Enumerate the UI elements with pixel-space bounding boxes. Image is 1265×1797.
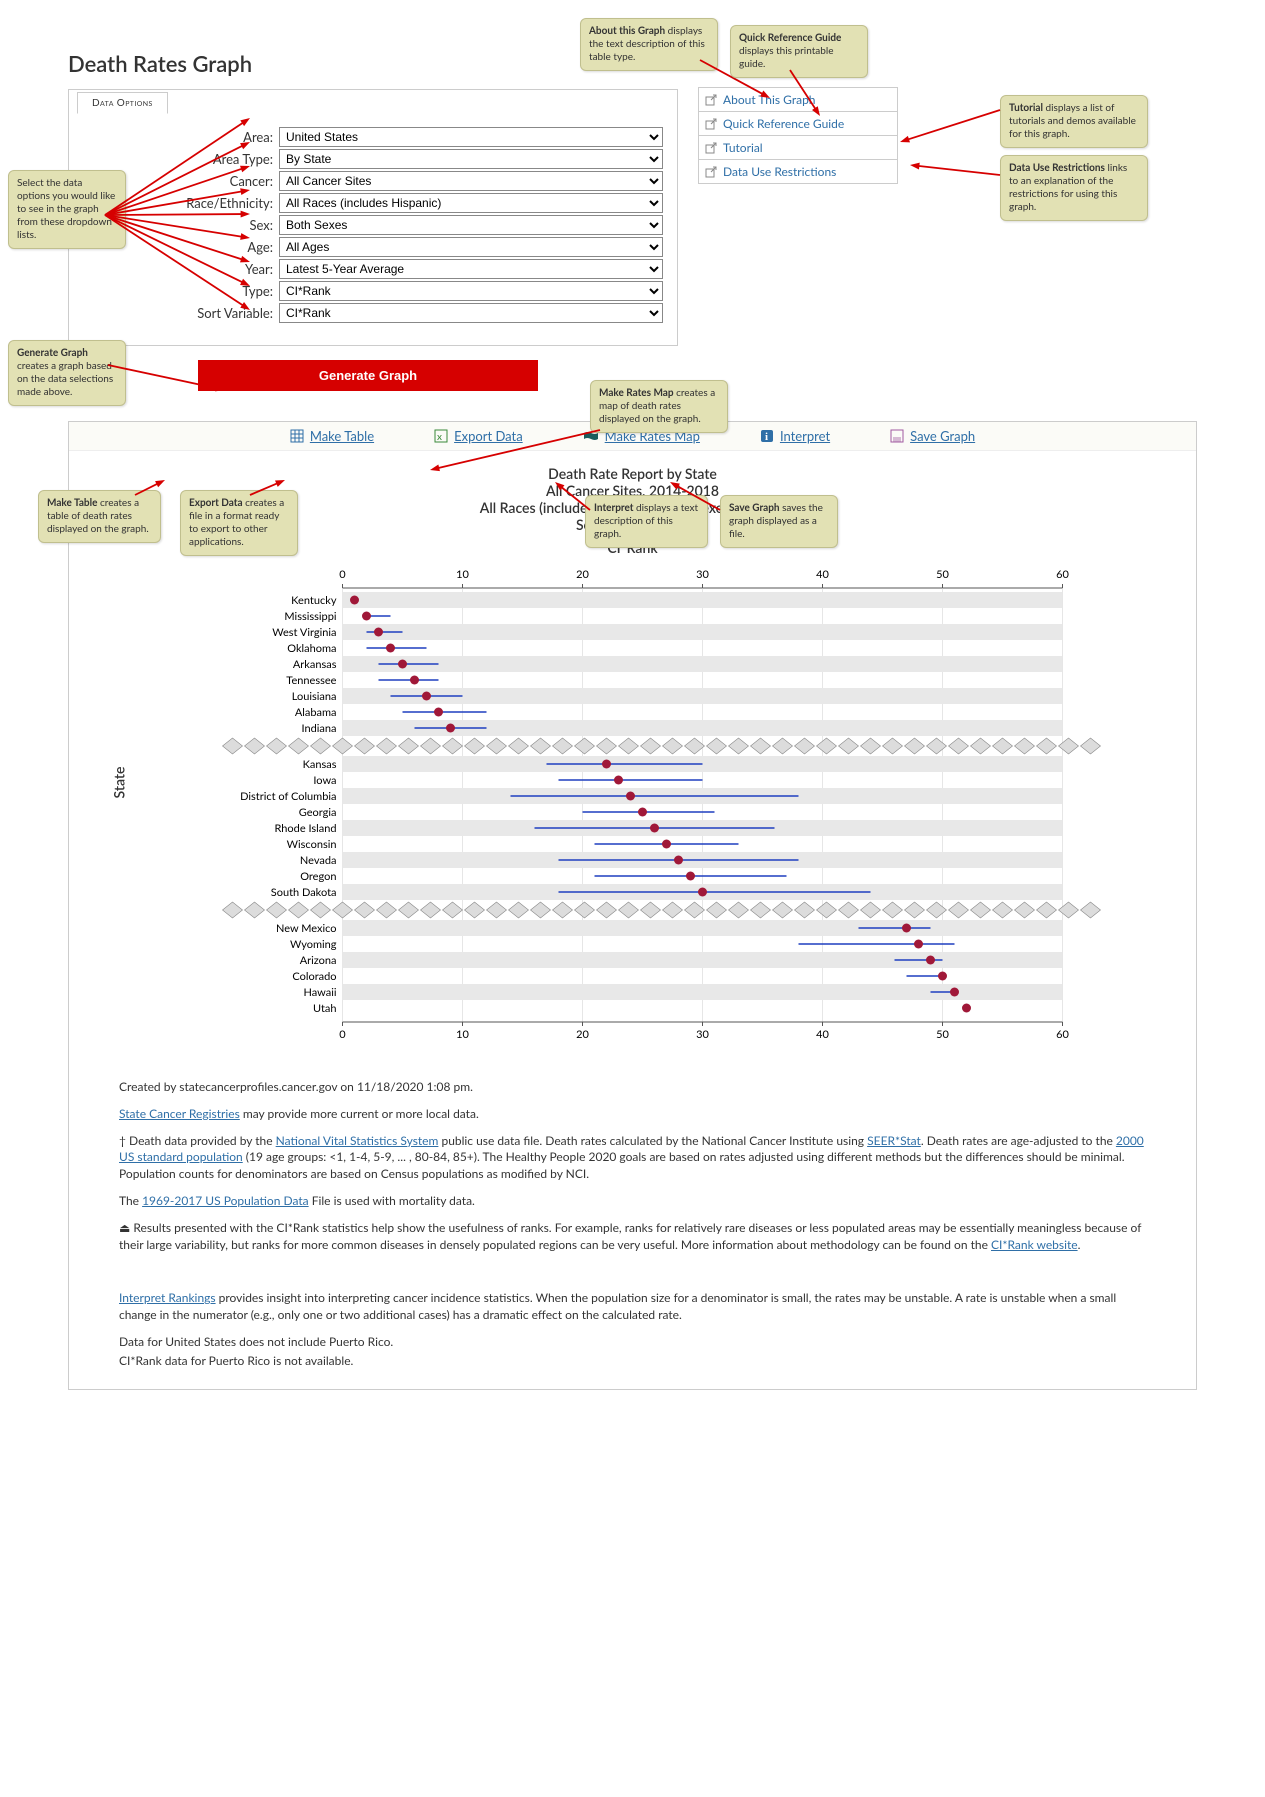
chart-area: CI*Rank State 0 10 20 30 40 50 60 Kentucky Missi… bbox=[69, 539, 1196, 1069]
svg-text:District of Columbia: District of Columbia bbox=[240, 790, 336, 803]
svg-text:Colorado: Colorado bbox=[292, 970, 336, 983]
svg-text:Nevada: Nevada bbox=[300, 854, 337, 867]
action-bar: Make Table x Export Data Make Rates Map … bbox=[69, 422, 1196, 451]
footer-notes: Created by statecancerprofiles.cancer.go… bbox=[119, 1079, 1146, 1369]
side-link-0[interactable]: About This Graph bbox=[698, 87, 898, 111]
label-areatype: Area Type: bbox=[73, 151, 279, 167]
svg-text:x: x bbox=[437, 431, 442, 443]
svg-text:10: 10 bbox=[456, 568, 469, 581]
external-icon bbox=[705, 118, 717, 130]
svg-text:60: 60 bbox=[1056, 1028, 1069, 1041]
select-race[interactable]: All Races (includes Hispanic) bbox=[279, 193, 663, 213]
svg-text:i: i bbox=[765, 431, 768, 443]
svg-text:New Mexico: New Mexico bbox=[276, 922, 337, 935]
svg-text:West Virginia: West Virginia bbox=[272, 626, 336, 639]
label-cancer: Cancer: bbox=[73, 173, 279, 189]
external-icon bbox=[705, 142, 717, 154]
svg-text:Arizona: Arizona bbox=[300, 954, 337, 967]
select-year[interactable]: Latest 5-Year Average bbox=[279, 259, 663, 279]
svg-text:Iowa: Iowa bbox=[313, 774, 336, 787]
info-icon: i bbox=[760, 429, 774, 443]
state-registries-link[interactable]: State Cancer Registries bbox=[119, 1106, 240, 1121]
svg-text:Wisconsin: Wisconsin bbox=[287, 838, 337, 851]
svg-text:Louisiana: Louisiana bbox=[292, 690, 337, 703]
side-link-1[interactable]: Quick Reference Guide bbox=[698, 111, 898, 135]
label-type: Type: bbox=[73, 283, 279, 299]
svg-text:Rhode Island: Rhode Island bbox=[274, 822, 336, 835]
svg-text:Indiana: Indiana bbox=[301, 722, 336, 735]
select-sort[interactable]: CI*Rank bbox=[279, 303, 663, 323]
label-sex: Sex: bbox=[73, 217, 279, 233]
label-race: Race/Ethnicity: bbox=[73, 195, 279, 211]
map-icon bbox=[583, 430, 599, 442]
graph-panel: Make Table x Export Data Make Rates Map … bbox=[68, 421, 1197, 1390]
svg-text:0: 0 bbox=[339, 1028, 346, 1041]
report-title: Death Rate Report by State All Cancer Si… bbox=[69, 465, 1196, 533]
generate-graph-button[interactable]: Generate Graph bbox=[198, 360, 538, 391]
svg-text:50: 50 bbox=[936, 568, 949, 581]
svg-text:Arkansas: Arkansas bbox=[293, 658, 337, 671]
svg-text:Alabama: Alabama bbox=[295, 706, 337, 719]
side-links-panel: About This GraphQuick Reference GuideTut… bbox=[698, 87, 898, 346]
svg-text:60: 60 bbox=[1056, 568, 1069, 581]
select-sex[interactable]: Both Sexes bbox=[279, 215, 663, 235]
page-title: Death Rates Graph bbox=[68, 50, 1245, 77]
svg-text:Oregon: Oregon bbox=[300, 870, 336, 883]
svg-text:10: 10 bbox=[456, 1028, 469, 1041]
make-table-link[interactable]: Make Table bbox=[290, 428, 374, 444]
export-data-link[interactable]: x Export Data bbox=[434, 428, 523, 444]
label-sort: Sort Variable: bbox=[73, 305, 279, 321]
svg-text:Kansas: Kansas bbox=[303, 758, 337, 771]
svg-text:30: 30 bbox=[696, 1028, 709, 1041]
svg-text:Hawaii: Hawaii bbox=[304, 986, 337, 999]
svg-text:Tennessee: Tennessee bbox=[286, 674, 336, 687]
svg-text:50: 50 bbox=[936, 1028, 949, 1041]
svg-text:Georgia: Georgia bbox=[299, 806, 337, 819]
select-type[interactable]: CI*Rank bbox=[279, 281, 663, 301]
label-age: Age: bbox=[73, 239, 279, 255]
table-icon bbox=[290, 429, 304, 443]
label-year: Year: bbox=[73, 261, 279, 277]
svg-text:40: 40 bbox=[816, 1028, 829, 1041]
select-cancer[interactable]: All Cancer Sites bbox=[279, 171, 663, 191]
save-graph-link[interactable]: Save Graph bbox=[890, 428, 975, 444]
x-axis-title: CI*Rank bbox=[99, 539, 1166, 556]
svg-text:30: 30 bbox=[696, 568, 709, 581]
y-axis-title: State bbox=[110, 767, 127, 799]
svg-text:Wyoming: Wyoming bbox=[290, 938, 337, 951]
external-icon bbox=[705, 94, 717, 106]
svg-text:Mississippi: Mississippi bbox=[284, 610, 336, 623]
svg-text:South Dakota: South Dakota bbox=[271, 886, 337, 899]
interpret-link[interactable]: i Interpret bbox=[760, 428, 830, 444]
svg-text:0: 0 bbox=[339, 568, 346, 581]
external-icon bbox=[705, 166, 717, 178]
svg-text:Kentucky: Kentucky bbox=[291, 594, 337, 607]
make-rates-map-link[interactable]: Make Rates Map bbox=[583, 428, 700, 444]
svg-text:20: 20 bbox=[576, 1028, 589, 1041]
select-age[interactable]: All Ages bbox=[279, 237, 663, 257]
tab-data-options[interactable]: Data Options bbox=[77, 92, 168, 114]
export-icon: x bbox=[434, 429, 448, 443]
label-area: Area: bbox=[73, 129, 279, 145]
select-area[interactable]: United States bbox=[279, 127, 663, 147]
side-link-3[interactable]: Data Use Restrictions bbox=[698, 159, 898, 184]
select-areatype[interactable]: By State bbox=[279, 149, 663, 169]
svg-text:20: 20 bbox=[576, 568, 589, 581]
save-icon bbox=[890, 429, 904, 443]
side-link-2[interactable]: Tutorial bbox=[698, 135, 898, 159]
svg-text:Utah: Utah bbox=[313, 1002, 337, 1015]
data-options-panel: Data Options Area:United StatesArea Type… bbox=[68, 89, 678, 346]
svg-text:40: 40 bbox=[816, 568, 829, 581]
svg-text:Oklahoma: Oklahoma bbox=[287, 642, 336, 655]
